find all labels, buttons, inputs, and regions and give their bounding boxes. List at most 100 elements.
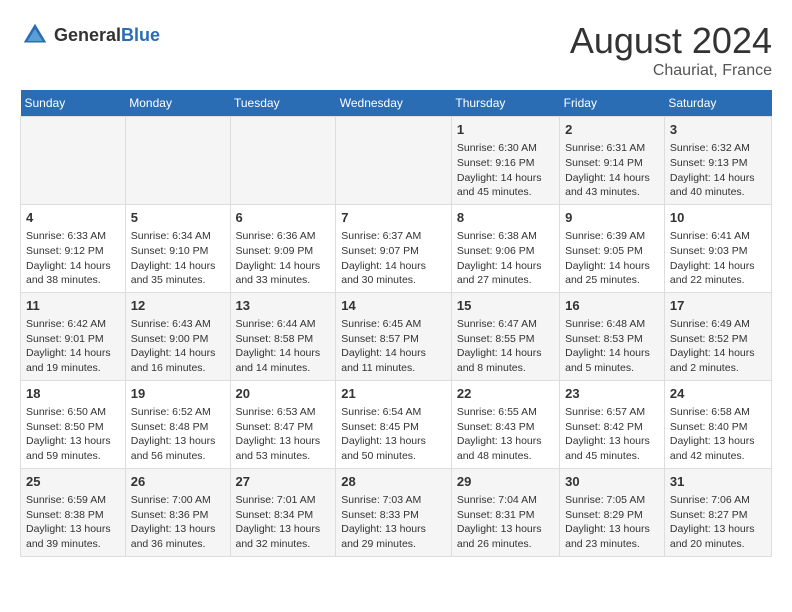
day-info: Daylight: 14 hours and 27 minutes. bbox=[457, 259, 554, 288]
calendar-cell: 30Sunrise: 7:05 AMSunset: 8:29 PMDayligh… bbox=[560, 468, 665, 556]
day-info: Sunrise: 6:30 AM bbox=[457, 141, 554, 156]
day-number: 17 bbox=[670, 297, 766, 315]
day-info: Daylight: 14 hours and 11 minutes. bbox=[341, 346, 446, 375]
day-info: Sunset: 9:07 PM bbox=[341, 244, 446, 259]
calendar-cell: 14Sunrise: 6:45 AMSunset: 8:57 PMDayligh… bbox=[336, 292, 452, 380]
calendar-table: SundayMondayTuesdayWednesdayThursdayFrid… bbox=[20, 90, 772, 557]
day-number: 31 bbox=[670, 473, 766, 491]
day-number: 27 bbox=[236, 473, 331, 491]
day-info: Daylight: 13 hours and 59 minutes. bbox=[26, 434, 120, 463]
calendar-week-row: 4Sunrise: 6:33 AMSunset: 9:12 PMDaylight… bbox=[21, 204, 772, 292]
day-info: Sunrise: 6:59 AM bbox=[26, 493, 120, 508]
day-info: Sunset: 8:31 PM bbox=[457, 508, 554, 523]
day-info: Sunset: 9:13 PM bbox=[670, 156, 766, 171]
calendar-header-row: SundayMondayTuesdayWednesdayThursdayFrid… bbox=[21, 90, 772, 117]
calendar-cell: 22Sunrise: 6:55 AMSunset: 8:43 PMDayligh… bbox=[451, 380, 559, 468]
day-number: 11 bbox=[26, 297, 120, 315]
calendar-cell bbox=[21, 117, 126, 205]
day-info: Sunset: 8:29 PM bbox=[565, 508, 659, 523]
day-info: Sunset: 8:53 PM bbox=[565, 332, 659, 347]
calendar-cell: 8Sunrise: 6:38 AMSunset: 9:06 PMDaylight… bbox=[451, 204, 559, 292]
day-info: Daylight: 14 hours and 38 minutes. bbox=[26, 259, 120, 288]
calendar-cell: 27Sunrise: 7:01 AMSunset: 8:34 PMDayligh… bbox=[230, 468, 336, 556]
day-number: 28 bbox=[341, 473, 446, 491]
calendar-cell: 10Sunrise: 6:41 AMSunset: 9:03 PMDayligh… bbox=[664, 204, 771, 292]
page-header: GeneralBlue August 2024 Chauriat, France bbox=[20, 20, 772, 80]
day-info: Sunrise: 6:36 AM bbox=[236, 229, 331, 244]
day-info: Daylight: 13 hours and 26 minutes. bbox=[457, 522, 554, 551]
calendar-cell bbox=[336, 117, 452, 205]
day-info: Daylight: 14 hours and 45 minutes. bbox=[457, 171, 554, 200]
day-info: Sunset: 9:05 PM bbox=[565, 244, 659, 259]
day-number: 14 bbox=[341, 297, 446, 315]
day-number: 18 bbox=[26, 385, 120, 403]
day-info: Daylight: 14 hours and 8 minutes. bbox=[457, 346, 554, 375]
calendar-day-header: Tuesday bbox=[230, 90, 336, 117]
day-info: Sunrise: 6:57 AM bbox=[565, 405, 659, 420]
calendar-cell: 5Sunrise: 6:34 AMSunset: 9:10 PMDaylight… bbox=[125, 204, 230, 292]
calendar-week-row: 25Sunrise: 6:59 AMSunset: 8:38 PMDayligh… bbox=[21, 468, 772, 556]
calendar-cell: 28Sunrise: 7:03 AMSunset: 8:33 PMDayligh… bbox=[336, 468, 452, 556]
day-number: 30 bbox=[565, 473, 659, 491]
day-info: Sunrise: 6:39 AM bbox=[565, 229, 659, 244]
calendar-cell: 24Sunrise: 6:58 AMSunset: 8:40 PMDayligh… bbox=[664, 380, 771, 468]
day-info: Daylight: 14 hours and 22 minutes. bbox=[670, 259, 766, 288]
day-info: Sunrise: 6:42 AM bbox=[26, 317, 120, 332]
day-info: Daylight: 13 hours and 23 minutes. bbox=[565, 522, 659, 551]
calendar-day-header: Saturday bbox=[664, 90, 771, 117]
day-info: Daylight: 14 hours and 43 minutes. bbox=[565, 171, 659, 200]
day-info: Daylight: 13 hours and 32 minutes. bbox=[236, 522, 331, 551]
day-number: 13 bbox=[236, 297, 331, 315]
calendar-cell: 17Sunrise: 6:49 AMSunset: 8:52 PMDayligh… bbox=[664, 292, 771, 380]
day-number: 21 bbox=[341, 385, 446, 403]
day-info: Daylight: 13 hours and 48 minutes. bbox=[457, 434, 554, 463]
day-number: 1 bbox=[457, 121, 554, 139]
calendar-cell: 25Sunrise: 6:59 AMSunset: 8:38 PMDayligh… bbox=[21, 468, 126, 556]
calendar-cell: 2Sunrise: 6:31 AMSunset: 9:14 PMDaylight… bbox=[560, 117, 665, 205]
calendar-cell: 19Sunrise: 6:52 AMSunset: 8:48 PMDayligh… bbox=[125, 380, 230, 468]
day-number: 19 bbox=[131, 385, 225, 403]
day-info: Sunrise: 6:58 AM bbox=[670, 405, 766, 420]
day-number: 10 bbox=[670, 209, 766, 227]
calendar-cell: 21Sunrise: 6:54 AMSunset: 8:45 PMDayligh… bbox=[336, 380, 452, 468]
day-info: Daylight: 13 hours and 45 minutes. bbox=[565, 434, 659, 463]
day-info: Sunset: 8:40 PM bbox=[670, 420, 766, 435]
day-info: Sunset: 9:14 PM bbox=[565, 156, 659, 171]
day-info: Sunrise: 6:50 AM bbox=[26, 405, 120, 420]
day-info: Daylight: 14 hours and 2 minutes. bbox=[670, 346, 766, 375]
day-info: Sunset: 9:01 PM bbox=[26, 332, 120, 347]
calendar-week-row: 11Sunrise: 6:42 AMSunset: 9:01 PMDayligh… bbox=[21, 292, 772, 380]
calendar-cell: 9Sunrise: 6:39 AMSunset: 9:05 PMDaylight… bbox=[560, 204, 665, 292]
day-info: Sunset: 9:00 PM bbox=[131, 332, 225, 347]
calendar-cell: 18Sunrise: 6:50 AMSunset: 8:50 PMDayligh… bbox=[21, 380, 126, 468]
calendar-cell: 15Sunrise: 6:47 AMSunset: 8:55 PMDayligh… bbox=[451, 292, 559, 380]
day-info: Daylight: 14 hours and 25 minutes. bbox=[565, 259, 659, 288]
day-info: Daylight: 13 hours and 56 minutes. bbox=[131, 434, 225, 463]
calendar-day-header: Monday bbox=[125, 90, 230, 117]
day-info: Daylight: 14 hours and 19 minutes. bbox=[26, 346, 120, 375]
day-info: Sunset: 9:06 PM bbox=[457, 244, 554, 259]
calendar-cell: 4Sunrise: 6:33 AMSunset: 9:12 PMDaylight… bbox=[21, 204, 126, 292]
calendar-cell: 23Sunrise: 6:57 AMSunset: 8:42 PMDayligh… bbox=[560, 380, 665, 468]
day-info: Sunrise: 6:33 AM bbox=[26, 229, 120, 244]
calendar-week-row: 18Sunrise: 6:50 AMSunset: 8:50 PMDayligh… bbox=[21, 380, 772, 468]
calendar-cell: 12Sunrise: 6:43 AMSunset: 9:00 PMDayligh… bbox=[125, 292, 230, 380]
calendar-cell: 3Sunrise: 6:32 AMSunset: 9:13 PMDaylight… bbox=[664, 117, 771, 205]
logo-text-blue: Blue bbox=[121, 25, 160, 45]
calendar-cell: 13Sunrise: 6:44 AMSunset: 8:58 PMDayligh… bbox=[230, 292, 336, 380]
calendar-cell bbox=[125, 117, 230, 205]
day-number: 8 bbox=[457, 209, 554, 227]
day-info: Sunrise: 6:37 AM bbox=[341, 229, 446, 244]
day-info: Daylight: 14 hours and 40 minutes. bbox=[670, 171, 766, 200]
day-info: Daylight: 13 hours and 36 minutes. bbox=[131, 522, 225, 551]
day-info: Sunrise: 6:41 AM bbox=[670, 229, 766, 244]
day-info: Sunrise: 6:47 AM bbox=[457, 317, 554, 332]
day-info: Daylight: 14 hours and 16 minutes. bbox=[131, 346, 225, 375]
day-info: Sunrise: 7:03 AM bbox=[341, 493, 446, 508]
calendar-day-header: Friday bbox=[560, 90, 665, 117]
day-number: 7 bbox=[341, 209, 446, 227]
day-info: Sunset: 8:43 PM bbox=[457, 420, 554, 435]
day-info: Daylight: 14 hours and 30 minutes. bbox=[341, 259, 446, 288]
logo: GeneralBlue bbox=[20, 20, 160, 50]
day-info: Daylight: 13 hours and 20 minutes. bbox=[670, 522, 766, 551]
